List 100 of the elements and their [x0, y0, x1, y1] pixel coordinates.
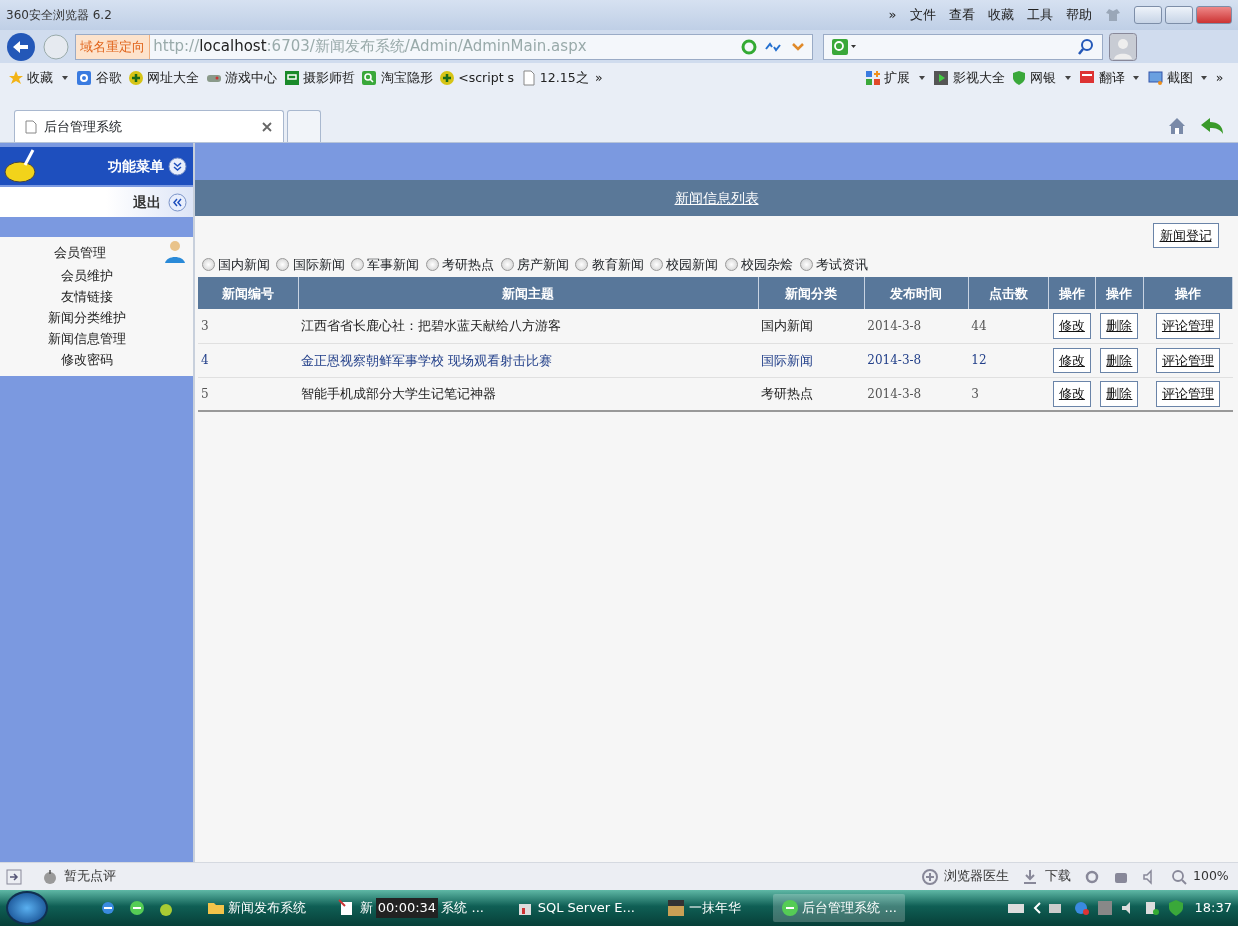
search-engine-icon[interactable]: [830, 37, 857, 56]
taskbar-item[interactable]: 一抹年华: [667, 898, 741, 918]
sidebar-link[interactable]: 友情链接: [0, 286, 193, 307]
menu-item[interactable]: 帮助: [1065, 5, 1092, 25]
action-button[interactable]: 删除: [1100, 381, 1139, 407]
undo-arrow-icon[interactable]: [1200, 116, 1224, 135]
radio-label[interactable]: 校园杂烩: [741, 254, 793, 274]
bookmark[interactable]: 截图: [1147, 68, 1210, 88]
sidebar-link[interactable]: 会员维护: [0, 265, 193, 286]
logout-link[interactable]: 退出: [133, 191, 161, 213]
bookmark[interactable]: 摄影师哲: [283, 68, 355, 88]
table-cell: 3: [971, 387, 979, 401]
zoom-level[interactable]: 100%: [1193, 867, 1229, 886]
bookmark[interactable]: 12.15之: [520, 68, 589, 88]
action-button[interactable]: 删除: [1100, 313, 1139, 339]
home-icon[interactable]: [1167, 115, 1187, 136]
menu-group-title[interactable]: 会员管理: [0, 241, 161, 263]
bookmark[interactable]: 网址大全: [128, 68, 200, 88]
sidebar-link[interactable]: 新闻信息管理: [0, 328, 193, 349]
radio-button[interactable]: [276, 257, 290, 271]
menu-item[interactable]: 收藏: [987, 5, 1014, 25]
radio-button[interactable]: [575, 257, 589, 271]
menu-item[interactable]: 工具: [1026, 5, 1053, 25]
radio-button[interactable]: [500, 257, 514, 271]
table-cell: 12: [971, 353, 987, 368]
menu-item[interactable]: »: [888, 5, 897, 25]
chevron-left-icon[interactable]: [1031, 901, 1042, 915]
bookmark[interactable]: 翻译: [1079, 68, 1142, 88]
taskbar-item[interactable]: 新闻发布系统: [206, 898, 306, 918]
bookmark[interactable]: 网银: [1011, 68, 1073, 88]
bookmark[interactable]: 收藏: [8, 68, 70, 88]
forward-icon[interactable]: [42, 33, 69, 60]
radio-button[interactable]: [799, 257, 813, 271]
radio-label[interactable]: 校园新闻: [666, 254, 719, 274]
radio-label[interactable]: 考试资讯: [815, 254, 868, 274]
back-icon[interactable]: [6, 31, 36, 62]
menu-title: 功能菜单: [108, 156, 165, 176]
menu-item[interactable]: 查看: [948, 5, 975, 25]
bookmark[interactable]: 谷歌: [76, 68, 122, 88]
radio-button[interactable]: [650, 257, 663, 271]
shirt-icon[interactable]: [1104, 7, 1121, 23]
bookmark[interactable]: <script s: [439, 68, 515, 88]
sidebar-link[interactable]: 新闻分类维护: [0, 307, 193, 328]
taskbar-item[interactable]: 新 00:00:34 系统 ...: [338, 898, 484, 918]
radio-button[interactable]: [724, 257, 738, 271]
close-button[interactable]: [1196, 6, 1232, 24]
table-cell: 2014-3-8: [867, 319, 922, 333]
radio-label[interactable]: 房产新闻: [516, 254, 569, 274]
network-icon[interactable]: [1072, 900, 1091, 916]
collapse-icon[interactable]: [167, 192, 187, 212]
action-button[interactable]: 评论管理: [1155, 381, 1220, 407]
radio-label[interactable]: 考研热点: [442, 254, 494, 274]
radio-button[interactable]: [201, 257, 215, 271]
start-button[interactable]: [6, 891, 48, 925]
taskbar-item[interactable]: SQL Server E...: [516, 898, 635, 918]
sidebar-link[interactable]: 修改密码: [0, 349, 193, 370]
address-field[interactable]: 域名重定向 http://localhost:6703/新闻发布系统/Admin/AdminMain.aspx: [75, 33, 813, 60]
browser-icon[interactable]: [129, 900, 145, 916]
bookmark[interactable]: 游戏中心: [205, 68, 277, 88]
radio-label[interactable]: 军事新闻: [367, 254, 420, 274]
radio-label[interactable]: 国际新闻: [292, 254, 345, 274]
action-button[interactable]: 修改: [1052, 347, 1091, 373]
action-button[interactable]: 评论管理: [1155, 347, 1220, 373]
action-button[interactable]: 修改: [1052, 381, 1091, 407]
restore-button[interactable]: [1164, 6, 1193, 24]
bookmark[interactable]: 扩展: [865, 68, 927, 88]
new-tab-button[interactable]: [287, 110, 322, 142]
expand-icon[interactable]: [167, 156, 187, 176]
search-icon[interactable]: [1077, 37, 1096, 56]
minimize-button[interactable]: [1133, 6, 1162, 24]
add-news-button[interactable]: 新闻登记: [1152, 222, 1219, 248]
square-icon: [283, 70, 300, 86]
caret-icon: [59, 74, 70, 82]
radio-label[interactable]: 教育新闻: [591, 254, 644, 274]
bookmark[interactable]: »: [1215, 68, 1224, 88]
sidebar-toggle-icon[interactable]: [6, 868, 22, 885]
radio-button[interactable]: [425, 257, 439, 271]
bookmark[interactable]: »: [595, 68, 603, 88]
doctor-icon: [921, 868, 938, 885]
page-title-link[interactable]: 新闻信息列表: [674, 187, 759, 209]
close-icon[interactable]: [261, 120, 273, 133]
download-link[interactable]: 下载: [1044, 867, 1071, 886]
taskbar-item[interactable]: 后台管理系统 ...: [773, 894, 905, 922]
radio-label[interactable]: 国内新闻: [217, 254, 270, 274]
caret-icon: [1199, 74, 1210, 82]
radio-button[interactable]: [351, 257, 364, 271]
action-button[interactable]: 修改: [1052, 313, 1091, 339]
shield-icon[interactable]: [1166, 899, 1185, 917]
action-button[interactable]: 评论管理: [1155, 313, 1220, 339]
browser-tab[interactable]: 后台管理系统: [14, 110, 284, 142]
menu-item[interactable]: 文件: [909, 5, 936, 25]
table-cell: 2014-3-8: [867, 353, 922, 368]
action-button[interactable]: 删除: [1100, 347, 1139, 373]
bookmark[interactable]: 影视大全: [933, 68, 1005, 88]
avatar-icon[interactable]: [1109, 32, 1138, 61]
bookmark[interactable]: 淘宝隐形: [361, 68, 433, 88]
search-field[interactable]: [822, 33, 1103, 60]
column-header: 操作: [1143, 277, 1233, 310]
zoom-icon[interactable]: [1170, 868, 1187, 885]
doctor-link[interactable]: 浏览器医生: [944, 867, 1009, 886]
